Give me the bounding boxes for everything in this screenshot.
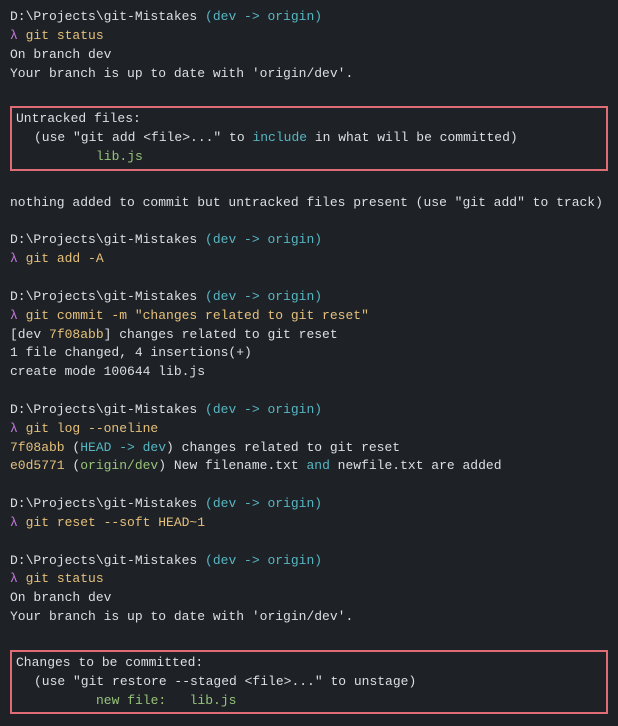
line-2: λ git status — [10, 27, 608, 46]
log-line-2: e0d5771 (origin/dev) New filename.txt an… — [10, 457, 608, 476]
blank-6 — [10, 476, 608, 495]
terminal-output: D:\Projects\git-Mistakes (dev -> origin)… — [10, 8, 608, 714]
staged-title: Changes to be committed: — [16, 654, 602, 673]
untracked-box: Untracked files: (use "git add <file>...… — [10, 106, 608, 171]
log-line-1: 7f08abb (HEAD -> dev) changes related to… — [10, 439, 608, 458]
staged-file: new file: lib.js — [16, 692, 602, 711]
blank-7 — [10, 533, 608, 552]
untracked-file: lib.js — [16, 148, 602, 167]
nothing-added: nothing added to commit but untracked fi… — [10, 194, 608, 213]
line-branch2: On branch dev — [10, 589, 608, 608]
prompt-path: D:\Projects\git-Mistakes — [10, 9, 205, 24]
line-commit-cmd: λ git commit -m "changes related to git … — [10, 307, 608, 326]
line-add-cmd: λ git add -A — [10, 250, 608, 269]
staged-hint: (use "git restore --staged <file>..." to… — [16, 673, 602, 692]
blank-4 — [10, 269, 608, 288]
line-reset-cmd: λ git reset --soft HEAD~1 — [10, 514, 608, 533]
untracked-hint: (use "git add <file>..." to include in w… — [16, 129, 602, 148]
line-commit-prompt: D:\Projects\git-Mistakes (dev -> origin) — [10, 288, 608, 307]
commit-result-3: create mode 100644 lib.js — [10, 363, 608, 382]
line-status2-cmd: λ git status — [10, 570, 608, 589]
commit-result-1: [dev 7f08abb] changes related to git res… — [10, 326, 608, 345]
staged-box: Changes to be committed: (use "git resto… — [10, 650, 608, 715]
line-status2-prompt: D:\Projects\git-Mistakes (dev -> origin) — [10, 552, 608, 571]
line-1: D:\Projects\git-Mistakes (dev -> origin) — [10, 8, 608, 27]
line-add-prompt: D:\Projects\git-Mistakes (dev -> origin) — [10, 231, 608, 250]
blank-2 — [10, 175, 608, 194]
line-uptodate2: Your branch is up to date with 'origin/d… — [10, 608, 608, 627]
line-log-cmd: λ git log --oneline — [10, 420, 608, 439]
line-log-prompt: D:\Projects\git-Mistakes (dev -> origin) — [10, 401, 608, 420]
blank-1 — [10, 83, 608, 102]
untracked-title: Untracked files: — [16, 110, 602, 129]
line-4: Your branch is up to date with 'origin/d… — [10, 65, 608, 84]
blank-3 — [10, 212, 608, 231]
blank-5 — [10, 382, 608, 401]
commit-result-2: 1 file changed, 4 insertions(+) — [10, 344, 608, 363]
line-reset-prompt: D:\Projects\git-Mistakes (dev -> origin) — [10, 495, 608, 514]
line-3: On branch dev — [10, 46, 608, 65]
blank-8 — [10, 627, 608, 646]
